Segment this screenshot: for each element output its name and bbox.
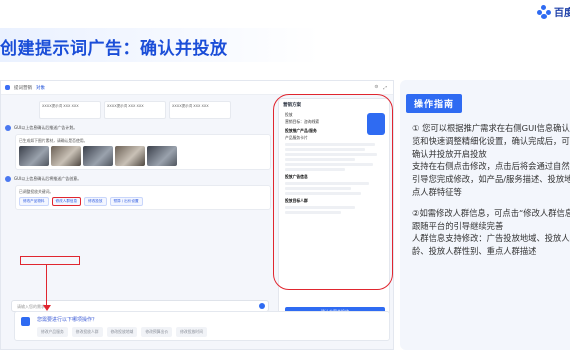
chat-area: XXXX提示词 XXX XXX XXXX提示词 XXX XXX XXXX提示词 … [5,98,271,328]
suggestion-option[interactable]: 修改产品服务 [37,327,68,337]
action-chips: 修改产品物料 修改人群信息 修改投放 预算 / 出价设置 [19,197,267,206]
brand-name: 百度 [554,8,570,19]
assistant-icon [21,317,30,326]
guide-line: 龄、投放人群性别、重点人群描述 [412,246,537,257]
brand-logo: 百度 [537,4,570,19]
suggestion-option[interactable]: 修改投放时间 [176,327,207,337]
guide-line: 确认并投放开启投放 [412,148,487,159]
arrow-head-icon [43,305,51,311]
baidu-paw-icon [537,4,551,19]
guide-line: 引导您完成修改，如产品/服务描述、投放地域、 [412,174,570,185]
image-thumbnail[interactable] [147,146,177,166]
prompt-card[interactable]: XXXX提示词 XXX XXX [169,101,231,119]
image-thumbnail[interactable] [19,146,49,166]
suggestion-box: 您需要进行以下哪项操作？ 修改产品服务 修改投放人群 修改投放地域 修改预算出价… [14,311,390,341]
highlight-rect [20,256,80,265]
card-row: XXXX提示词 XXX XXX XXXX提示词 XXX XXX XXXX提示词 … [39,101,271,119]
chip-edit-delivery[interactable]: 修改投放 [84,197,107,206]
chip-edit-product[interactable]: 修改产品物料 [19,197,49,206]
chip-edit-audience[interactable]: 修改人群信息 [51,197,82,206]
assistant-avatar-icon [5,176,11,182]
expand-icon[interactable]: ⤢ [383,85,387,91]
suggestion-option[interactable]: 修改预算出价 [141,327,173,337]
image-thumbnail[interactable] [83,146,113,166]
tab-object[interactable]: 对象 [36,85,45,91]
guide-line: ②如需修改人群信息，可点击“修改人群信息 [412,207,570,218]
message-bubble: 已调整投放关键词。 修改产品物料 修改人群信息 修改投放 预算 / 出价设置 [15,185,271,210]
suggestion-question: 您需要进行以下哪项操作？ [37,317,98,323]
suggestion-option[interactable]: 修改投放人群 [71,327,103,337]
guide-body: ① 您可以根据推广需求在右侧GUI信息确认区 览和快速调整精细化设置，确认完成后… [412,122,570,258]
guide-line: ① 您可以根据推广需求在右侧GUI信息确认区 [412,123,570,133]
assistant-avatar-icon [5,125,11,131]
app-topbar: 提词营销 对象 ⚙ ⤢ [1,81,393,95]
guide-title: 操作指南 [406,94,463,113]
guide-line: 人群信息支持修改：广告投放地域、投放人群 [412,233,570,244]
image-thumbnails [19,146,267,166]
image-thumbnail[interactable] [51,146,81,166]
chip-budget[interactable]: 预算 / 出价设置 [109,197,143,206]
guide-line: 览和快速调整精细化设置，确认完成后，可点 [412,135,570,146]
operation-guide-panel: 操作指南 ① 您可以根据推广需求在右侧GUI信息确认区 览和快速调整精细化设置，… [400,80,570,350]
image-thumbnail[interactable] [115,146,145,166]
assistant-message: GUI以上信息确认后推送广告计划。 [5,125,271,131]
assistant-message: GUI以上信息确认后将推送广告创意。 [5,176,271,182]
guide-line: 支持在右侧点击修改，点击后将会通过自然语言 [412,161,570,172]
guide-line: 点人群特征等 [412,186,462,197]
slide-title: 创建提示词广告：确认并投放 [0,39,228,59]
settings-icon[interactable]: ⚙ [374,85,378,91]
prompt-card[interactable]: XXXX提示词 XXX XXX [104,101,166,119]
suggestion-option[interactable]: 修改投放地域 [106,327,138,337]
top-rule [0,0,570,4]
send-icon[interactable] [259,303,265,309]
guide-line: 跟随平台的引导继续完善 [412,220,504,231]
annotation-arrow [46,265,48,307]
highlight-oval [273,94,393,290]
prompt-card[interactable]: XXXX提示词 XXX XXX [39,101,101,119]
app-logo-text: 提词营销 [14,85,32,91]
message-bubble: 已生成如下图片素材，请确认是否使用。 [15,134,271,170]
suggestion-options: 修改产品服务 修改投放人群 修改投放地域 修改预算出价 修改投放时间 [37,327,207,337]
app-logo-icon [5,85,10,90]
window-controls: ⚙ ⤢ [374,85,393,91]
